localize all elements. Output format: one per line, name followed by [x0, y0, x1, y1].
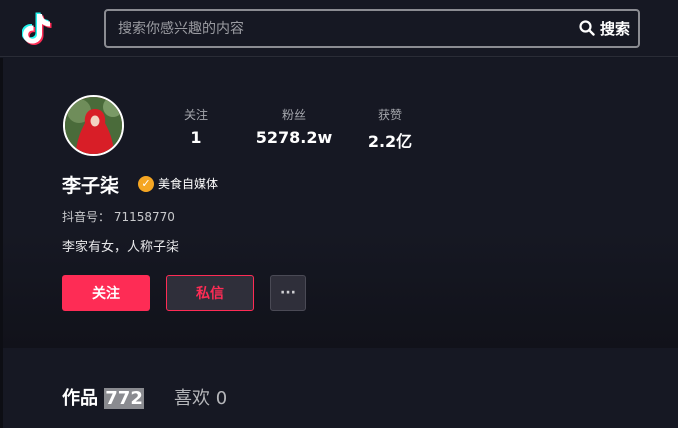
verified-check-icon: ✓ — [138, 175, 154, 192]
avatar[interactable] — [63, 95, 124, 156]
message-button[interactable]: 私信 — [166, 275, 254, 311]
more-options-button[interactable]: ··· — [270, 275, 306, 311]
stat-followers-label: 粉丝 — [281, 108, 306, 122]
verified-badge: ✓ 美食自媒体 — [138, 175, 218, 192]
user-id-label: 抖音号： — [62, 210, 111, 224]
search-button-label: 搜索 — [599, 19, 630, 38]
tab-works-label: 作品 — [62, 388, 98, 409]
user-id: 抖音号： 71158770 — [62, 208, 175, 225]
profile-bio: 李家有女，人称子柒 — [62, 240, 180, 255]
tab-works-count: 772 — [104, 388, 144, 409]
stat-following[interactable]: 关注 1 — [176, 106, 216, 147]
tab-likes-label: 喜欢 — [174, 388, 210, 409]
stat-likes: 获赞 2.2亿 — [360, 106, 420, 152]
stat-followers-value: 5278.2w — [255, 128, 333, 147]
top-navigation-bar: 搜索 — [0, 0, 678, 57]
tab-likes-count: 0 — [215, 388, 228, 409]
stat-following-label: 关注 — [183, 108, 208, 122]
badge-label: 美食自媒体 — [158, 177, 219, 191]
stat-likes-label: 获赞 — [377, 108, 402, 122]
tab-likes[interactable]: 喜欢 0 — [174, 384, 227, 410]
stat-followers[interactable]: 粉丝 5278.2w — [252, 106, 336, 147]
stat-following-value: 1 — [190, 128, 202, 147]
tiktok-logo-icon[interactable] — [21, 10, 54, 46]
search-box: 搜索 — [104, 9, 640, 48]
search-button[interactable]: 搜索 — [579, 17, 630, 39]
tab-works[interactable]: 作品 772 — [62, 384, 144, 410]
search-input[interactable] — [118, 11, 558, 46]
stat-likes-value: 2.2亿 — [367, 132, 413, 151]
profile-name: 李子柒 — [62, 175, 120, 197]
user-id-value: 71158770 — [113, 210, 175, 224]
follow-button[interactable]: 关注 — [62, 275, 150, 311]
search-icon — [579, 20, 595, 36]
